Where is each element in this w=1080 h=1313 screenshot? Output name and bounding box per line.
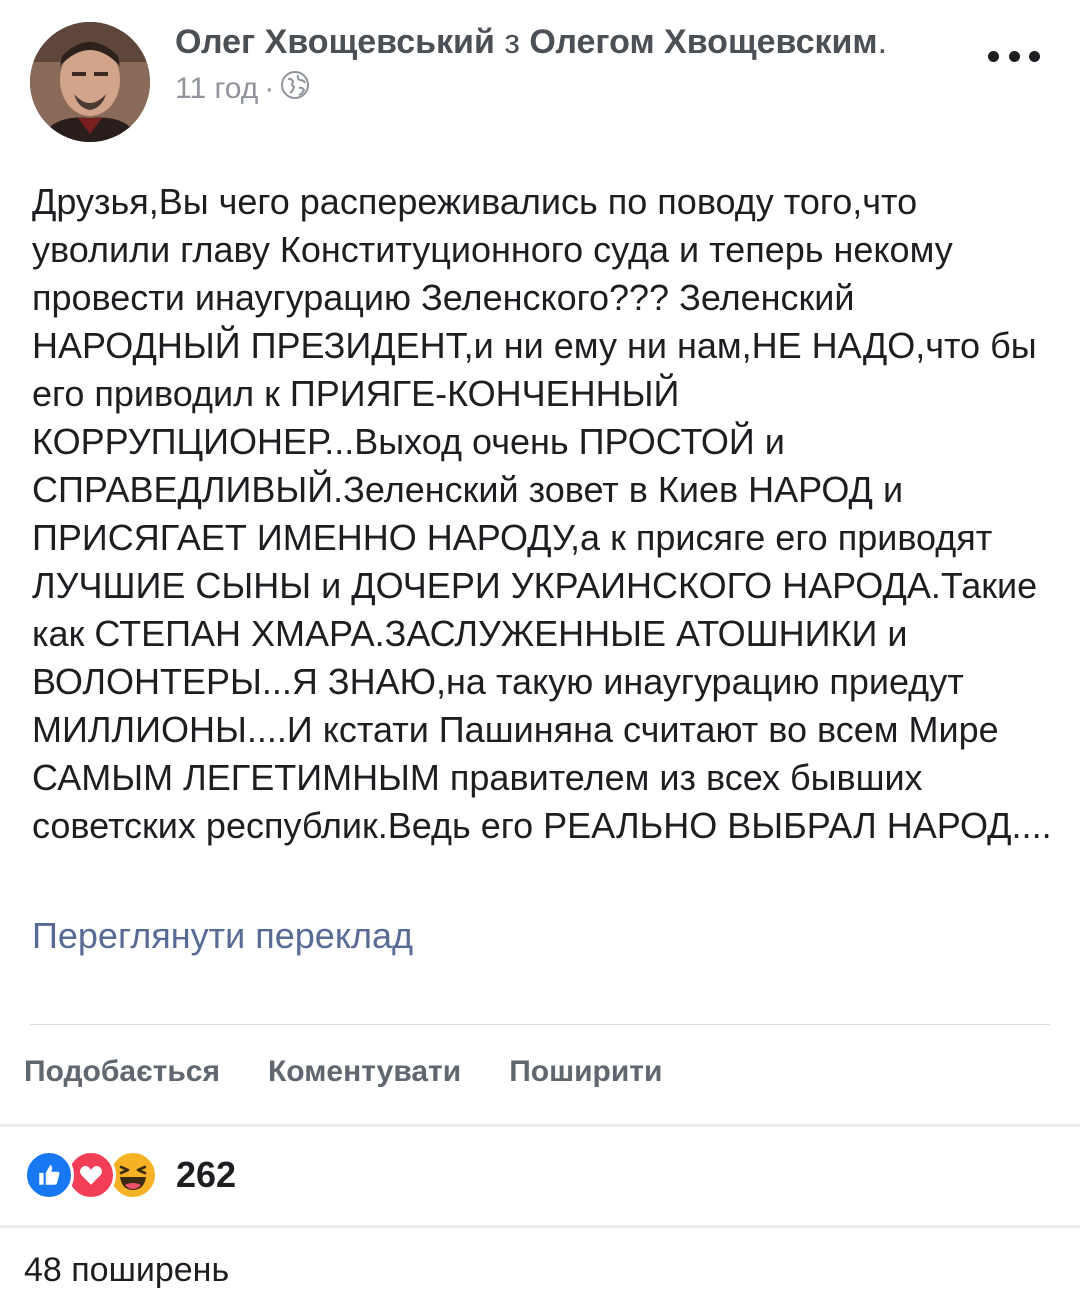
share-button[interactable]: Поширити	[509, 1052, 662, 1092]
divider	[0, 1225, 1080, 1228]
tagged-name[interactable]: Олегом Хвощевским	[529, 23, 877, 61]
more-dot	[1008, 50, 1020, 62]
post-text: Друзья,Вы чего распереживались по поводу…	[32, 181, 1052, 846]
post-meta: 11 год ·	[175, 70, 955, 108]
meta-separator: ·	[264, 72, 275, 105]
avatar[interactable]	[30, 22, 150, 142]
end-punct: .	[877, 23, 888, 61]
reactions-summary[interactable]: 262	[24, 1150, 236, 1200]
divider	[30, 1024, 1050, 1025]
more-options-button[interactable]	[988, 38, 1040, 74]
post-time[interactable]: 11 год	[175, 72, 258, 106]
like-icon	[24, 1150, 74, 1200]
like-button[interactable]: Подобається	[24, 1052, 220, 1092]
action-bar: Подобається Коментувати Поширити	[24, 1052, 662, 1092]
reaction-icons	[24, 1150, 158, 1200]
facebook-post: Олег Хвощевський з Олегом Хвощевским. 11…	[0, 0, 1080, 1313]
author-line: Олег Хвощевський з Олегом Хвощевским.	[175, 20, 955, 64]
comment-button[interactable]: Коментувати	[268, 1052, 461, 1092]
author-name[interactable]: Олег Хвощевський	[175, 23, 495, 61]
divider	[0, 1124, 1080, 1127]
avatar-photo	[30, 22, 150, 142]
reaction-count: 262	[176, 1154, 237, 1195]
globe-icon	[280, 70, 310, 108]
more-dot	[1029, 50, 1040, 62]
post-header: Олег Хвощевський з Олегом Хвощевским. 11…	[175, 20, 955, 108]
connector-text: з	[504, 23, 520, 61]
shares-count[interactable]: 48 поширень	[24, 1248, 229, 1292]
see-translation-link[interactable]: Переглянути переклад	[32, 912, 413, 960]
more-horizontal-icon	[988, 50, 999, 62]
